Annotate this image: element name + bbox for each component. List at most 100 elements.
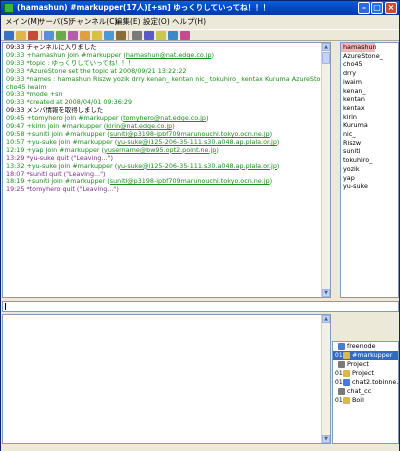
log-timestamp: 13:32 bbox=[6, 162, 25, 170]
channel-tree[interactable]: freenode 01 #markupper Project 01 Project 01 ch… bbox=[332, 341, 399, 444]
disconnect-icon[interactable] bbox=[28, 31, 38, 40]
scroll-down-arrow-icon[interactable]: ▼ bbox=[322, 289, 330, 297]
channel-icon bbox=[343, 370, 350, 377]
nick-item[interactable]: yozik bbox=[341, 165, 398, 174]
log-timestamp: 09:33 bbox=[6, 99, 25, 107]
channel-icon bbox=[338, 361, 345, 368]
log-line: 09:33 +hamashun join #markupper (hamashu… bbox=[6, 52, 321, 60]
user-host-link[interactable]: hamashun@nat.edge.co.jp bbox=[126, 52, 212, 59]
tree-item[interactable]: chat_cc bbox=[333, 387, 398, 396]
nick-item[interactable]: AzureStone_ bbox=[341, 52, 398, 61]
log-message: +tomyhero join #markupper ( bbox=[26, 115, 124, 123]
user-host-link[interactable]: yu-suke@i125-206-35-111.s30.a048.ap.plal… bbox=[117, 163, 277, 170]
log-line: 19:25 *tomyhero quit ("Leaving...") bbox=[6, 186, 321, 194]
log-message: +kirin join #markupper ( bbox=[26, 123, 107, 131]
channel-icon[interactable] bbox=[44, 31, 54, 40]
dcc-icon[interactable] bbox=[104, 31, 114, 40]
message-input[interactable] bbox=[2, 301, 399, 312]
close-button[interactable]: × bbox=[385, 2, 397, 14]
user-host-link[interactable]: yusername@bw95.opt2.point.ne.jp bbox=[104, 147, 216, 154]
log-message: +hamashun join #markupper ( bbox=[26, 51, 126, 59]
log-line: 09:33 *AzureStone set the topic at 2008/… bbox=[6, 68, 321, 76]
part-icon[interactable] bbox=[68, 31, 78, 40]
log-timestamp: 09:47 bbox=[6, 123, 25, 131]
log-message-tail: ) bbox=[211, 51, 215, 59]
title-bar[interactable]: (hamashun) #markupper(17人)[+sn] ゆっくりしていっ… bbox=[1, 1, 399, 15]
search-icon[interactable] bbox=[144, 31, 154, 40]
nick-list[interactable]: hamashun AzureStone_ cho45 drry iwaim kenan_ k… bbox=[340, 42, 399, 298]
nick-item[interactable]: kentan bbox=[341, 95, 398, 104]
nick-item[interactable]: iwaim bbox=[341, 78, 398, 87]
tree-item[interactable]: 01 Project bbox=[333, 369, 398, 378]
nick-item[interactable]: kenan_ bbox=[341, 87, 398, 96]
app-icon bbox=[4, 3, 14, 13]
tree-item-label: freenode bbox=[347, 342, 376, 350]
secondary-log-scrollbar[interactable]: ▲ ▼ bbox=[321, 315, 330, 443]
scroll-up-arrow-icon[interactable]: ▲ bbox=[322, 43, 330, 51]
settings-icon[interactable] bbox=[132, 31, 142, 40]
tree-item[interactable]: 01 Boil bbox=[333, 396, 398, 405]
nick-item[interactable]: Kuruma bbox=[341, 121, 398, 130]
nick-item[interactable]: kentax bbox=[341, 104, 398, 113]
nick-item[interactable]: drry bbox=[341, 69, 398, 78]
log-timestamp: 09:33 bbox=[6, 75, 25, 83]
nick-item[interactable]: yap bbox=[341, 174, 398, 183]
nick-item[interactable]: kirin bbox=[341, 113, 398, 122]
about-icon[interactable] bbox=[180, 31, 190, 40]
scroll-up-arrow-icon[interactable]: ▲ bbox=[322, 315, 330, 323]
secondary-log[interactable]: ▲ ▼ bbox=[2, 314, 331, 444]
maximize-button[interactable]: □ bbox=[371, 2, 383, 14]
log-message: チャンネルに入りました bbox=[26, 44, 97, 51]
log-timestamp: 18:07 bbox=[6, 170, 25, 178]
scroll-thumb[interactable] bbox=[322, 52, 330, 64]
scroll-down-arrow-icon[interactable]: ▼ bbox=[322, 435, 330, 443]
nick-icon[interactable] bbox=[80, 31, 90, 40]
user-host-link[interactable]: yu-suke@i125-206-35-111.s30.a048.ap.plal… bbox=[117, 139, 277, 146]
nick-item[interactable]: nic_ bbox=[341, 130, 398, 139]
nick-item[interactable]: hamashun bbox=[341, 43, 377, 52]
log-message: *AzureStone set the topic at 2008/09/21 … bbox=[26, 67, 187, 75]
log-line: 09:58 +suniti join #markupper (suniti@p3… bbox=[6, 131, 321, 139]
topic-icon[interactable] bbox=[92, 31, 102, 40]
tree-item-number: 01 bbox=[335, 370, 343, 377]
away-icon[interactable] bbox=[156, 31, 166, 40]
folder-icon[interactable] bbox=[16, 31, 26, 40]
irc-client-window: (hamashun) #markupper(17人)[+sn] ゆっくりしていっ… bbox=[0, 0, 400, 451]
tree-item[interactable]: Project bbox=[333, 360, 398, 369]
user-host-link[interactable]: tomyhero@nat.edge.co.jp bbox=[123, 115, 206, 122]
menu-edit[interactable]: 編集(E) bbox=[113, 16, 143, 28]
channel-icon bbox=[338, 343, 345, 350]
log-line: 09:33 *topic : ゆっくりしていってね！！！ bbox=[6, 60, 321, 68]
log-scrollbar[interactable]: ▲ ▼ bbox=[321, 43, 330, 297]
user-host-link[interactable]: kirin@nat.edge.co.jp bbox=[106, 123, 172, 130]
user-host-link[interactable]: suniti@p3198-ipbf709marunouchi.tokyo.ocn… bbox=[110, 178, 270, 185]
join-icon[interactable] bbox=[56, 31, 66, 40]
tree-item-number: 01 bbox=[335, 397, 343, 404]
tree-item-label: chat_cc bbox=[347, 387, 372, 395]
tree-item[interactable]: freenode bbox=[333, 342, 398, 351]
log-line: 10:57 +yu-suke join #markupper (yu-suke@… bbox=[6, 139, 321, 147]
tree-item[interactable]: 01 chat2.tobinne.n bbox=[333, 378, 398, 387]
help-icon[interactable] bbox=[168, 31, 178, 40]
log-line: 09:33 メンバ情報を取得しました bbox=[6, 107, 321, 115]
nick-item[interactable]: Riszw bbox=[341, 139, 398, 148]
minimize-button[interactable]: – bbox=[358, 2, 370, 14]
nick-item[interactable]: yu-suke bbox=[341, 182, 398, 191]
server-icon[interactable] bbox=[4, 31, 14, 40]
tree-item[interactable]: 01 #markupper bbox=[333, 351, 398, 360]
chat-log[interactable]: 09:33 チャンネルに入りました 09:33 +hamashun join #m… bbox=[2, 42, 331, 298]
nick-item[interactable]: cho45 bbox=[341, 60, 398, 69]
user-host-link[interactable]: suniti@p3198-ipbf709marunouchi.tokyo.ocn… bbox=[110, 131, 270, 138]
log-timestamp: 12:19 bbox=[6, 146, 25, 154]
menu-channel[interactable]: チャンネル(C) bbox=[67, 16, 119, 28]
text-caret bbox=[5, 303, 6, 310]
log-icon[interactable] bbox=[116, 31, 126, 40]
menu-settings[interactable]: 設定(O) bbox=[141, 16, 172, 28]
log-line: 09:33 チャンネルに入りました bbox=[6, 44, 321, 52]
log-timestamp: 09:33 bbox=[6, 91, 25, 99]
log-timestamp: 09:45 bbox=[6, 115, 25, 123]
nick-item[interactable]: suniti bbox=[341, 147, 398, 156]
log-message: +suniti join #markupper ( bbox=[26, 178, 110, 186]
nick-item[interactable]: tokuhiro_ bbox=[341, 156, 398, 165]
menu-help[interactable]: ヘルプ(H) bbox=[170, 16, 208, 28]
